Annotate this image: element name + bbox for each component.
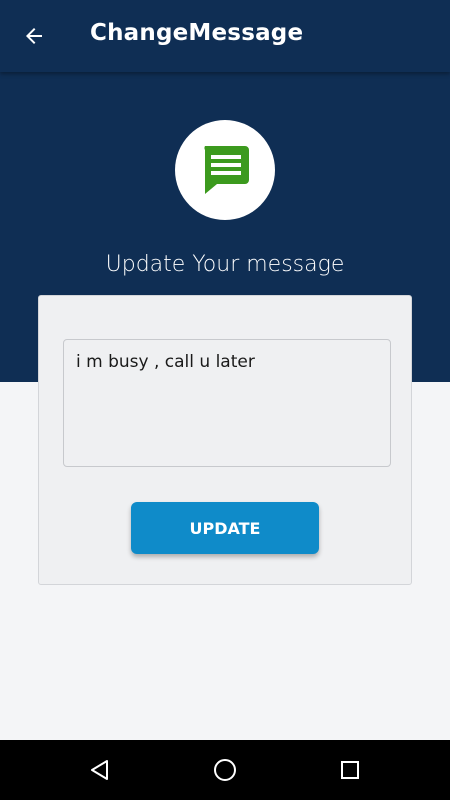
circle-home-icon bbox=[214, 759, 236, 781]
message-input[interactable]: i m busy , call u later bbox=[63, 339, 391, 467]
nav-recents-button[interactable] bbox=[335, 755, 365, 785]
page-title: ChangeMessage bbox=[90, 20, 304, 46]
message-bubble-icon bbox=[204, 146, 249, 194]
square-recents-icon bbox=[341, 761, 359, 779]
back-button[interactable] bbox=[16, 18, 52, 54]
nav-back-button[interactable] bbox=[85, 755, 115, 785]
system-nav-bar bbox=[0, 740, 450, 800]
arrow-left-icon bbox=[26, 28, 42, 44]
headline: Update Your message bbox=[105, 252, 345, 277]
triangle-back-icon bbox=[91, 760, 108, 780]
app-bar: ChangeMessage bbox=[0, 0, 450, 72]
update-button[interactable]: UPDATE bbox=[131, 502, 319, 554]
message-card: i m busy , call u later UPDATE bbox=[38, 295, 412, 585]
nav-home-button[interactable] bbox=[210, 755, 240, 785]
message-icon-badge bbox=[175, 120, 275, 220]
